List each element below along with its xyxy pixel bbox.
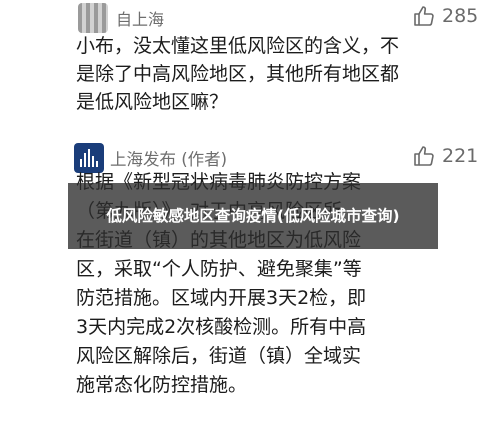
username[interactable]: 自上海 — [116, 6, 164, 30]
avatar-skyline-bar — [80, 159, 82, 167]
like-count: 285 — [442, 5, 479, 27]
avatar-skyline-bar — [92, 156, 94, 167]
avatar[interactable] — [78, 3, 108, 33]
username[interactable]: 上海发布 (作者) — [110, 146, 227, 170]
comment-1: 自上海 285 小布，没太懂这里低风险区的含义，不 是除了中高风险地区，其他所有… — [0, 0, 500, 135]
comment-text: 小布，没太懂这里低风险区的含义，不 是除了中高风险地区，其他所有地区都 是低风险… — [76, 35, 400, 113]
like-button[interactable]: 221 — [412, 144, 478, 168]
like-button[interactable]: 285 — [412, 4, 478, 28]
like-count: 221 — [442, 145, 479, 167]
overlay-title: 低风险敏感地区查询疫情(低风险城市查询) — [106, 207, 400, 225]
avatar-skyline-bar — [96, 161, 98, 167]
thumbs-up-icon — [414, 6, 434, 26]
title-overlay: 低风险敏感地区查询疫情(低风险城市查询) — [68, 183, 438, 249]
avatar-skyline-bar — [84, 153, 86, 167]
thumbs-up-icon — [414, 146, 434, 166]
avatar-skyline-bar — [88, 149, 90, 167]
comment-2: 上海发布 (作者) 221 根据《新型冠状病毒肺炎防控方案 （第九版）》，对于中… — [0, 138, 500, 431]
